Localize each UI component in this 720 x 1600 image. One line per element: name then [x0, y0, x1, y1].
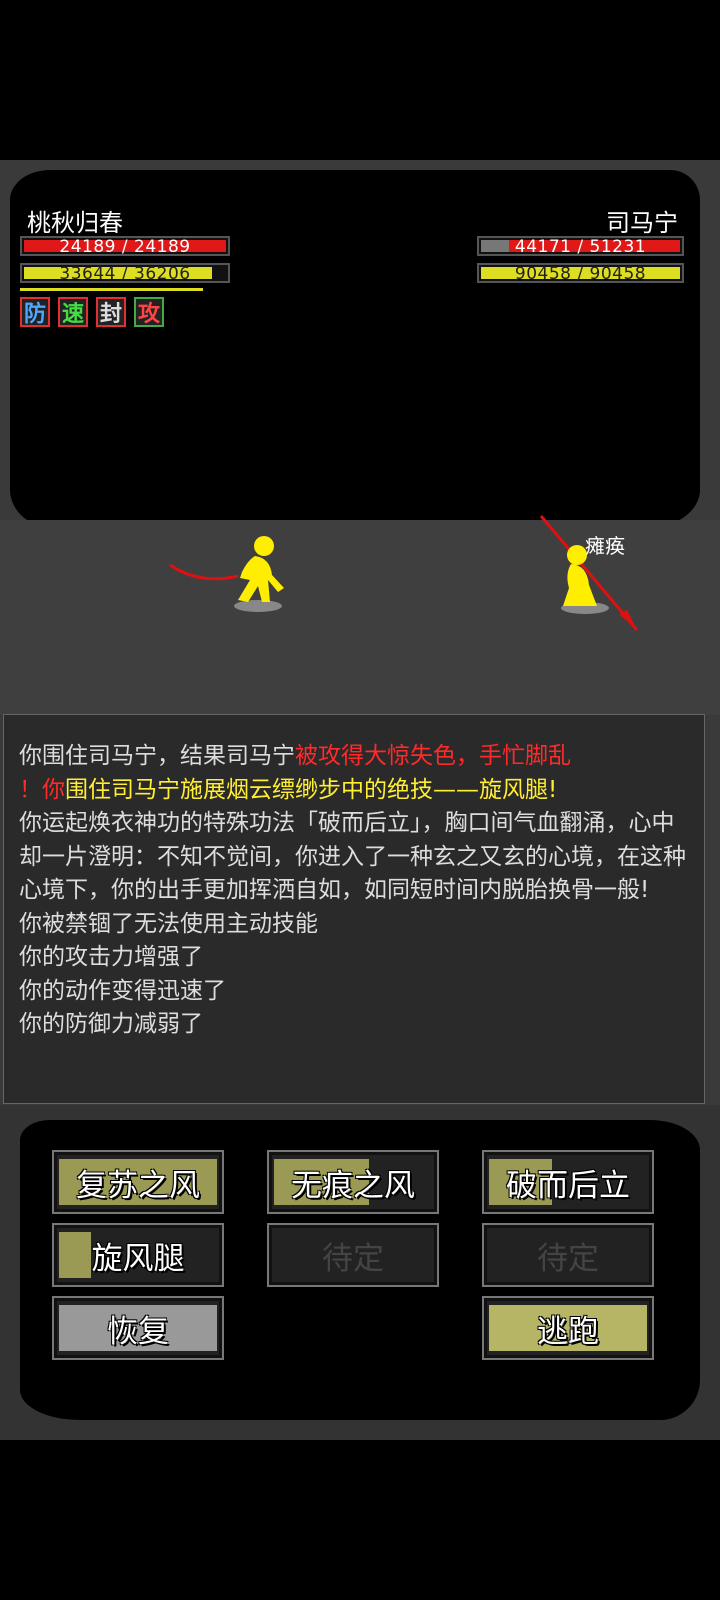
buff-defense-icon[interactable]: 防	[20, 297, 50, 327]
player-body	[238, 556, 284, 602]
buff-seal-icon[interactable]: 封	[96, 297, 126, 327]
log-line: 你的防御力减弱了	[19, 1011, 203, 1037]
skill-slot-empty-2[interactable]: 待定	[482, 1223, 654, 1287]
skill-button-1[interactable]: 复苏之风	[52, 1150, 224, 1214]
buff-attack-icon[interactable]: 攻	[134, 297, 164, 327]
log-paragraph: 你运起焕衣神功的特殊功法「破而后立」，胸口间气血翻涌，心中却一片澄明：不知不觉间…	[19, 810, 686, 903]
log-line: ！你围住司马宁施展烟云缥缈步中的绝技——旋风腿!	[19, 776, 558, 803]
player-fighter	[169, 536, 284, 612]
player-name: 桃秋归春	[27, 209, 123, 237]
player-sword	[169, 563, 239, 581]
player-hp-text: 24189 / 24189	[59, 237, 191, 257]
player-mp-text: 33644 / 36206	[59, 264, 191, 284]
enemy-head	[567, 545, 587, 565]
log-line: 你的攻击力增强了	[19, 944, 203, 970]
log-line: 你的动作变得迅速了	[19, 977, 226, 1004]
skill-button-2[interactable]: 无痕之风	[267, 1150, 439, 1214]
enemy-name: 司马宁	[606, 209, 678, 237]
enemy-spear-tip	[619, 610, 637, 630]
enemy-mp-text: 90458 / 90458	[514, 264, 647, 284]
player-exp-line	[20, 288, 203, 291]
player-shadow	[234, 600, 282, 612]
enemy-mp-bar: 90458 / 90458	[477, 263, 684, 284]
skill-button-4[interactable]: 旋风腿	[52, 1223, 224, 1287]
enemy-status-label: 瘫痪	[585, 534, 625, 558]
player-mp-bar: 33644 / 36206	[20, 263, 230, 284]
enemy-hp-bar: 44171 / 51231	[477, 236, 684, 257]
buff-speed-icon[interactable]: 速	[58, 297, 88, 327]
battle-log[interactable]: 你围住司马宁，结果司马宁被攻得大惊失色，手忙脚乱 ！你围住司马宁施展烟云缥缈步中…	[3, 714, 705, 1104]
player-head	[254, 536, 274, 556]
flee-button[interactable]: 逃跑	[482, 1296, 654, 1360]
skill-button-3[interactable]: 破而后立	[482, 1150, 654, 1214]
player-buff-list: 防 速 封 攻	[20, 297, 164, 327]
log-line: 你被禁锢了无法使用主动技能	[19, 910, 318, 937]
skill-slot-empty-1[interactable]: 待定	[267, 1223, 439, 1287]
enemy-hp-text: 44171 / 51231	[514, 237, 647, 257]
player-hp-bar: 24189 / 24189	[20, 236, 230, 257]
enemy-body	[563, 564, 597, 606]
log-line: 你围住司马宁，结果司马宁被攻得大惊失色，手忙脚乱	[19, 743, 571, 769]
enemy-fighter	[539, 515, 639, 631]
recover-button[interactable]: 恢复	[52, 1296, 224, 1360]
